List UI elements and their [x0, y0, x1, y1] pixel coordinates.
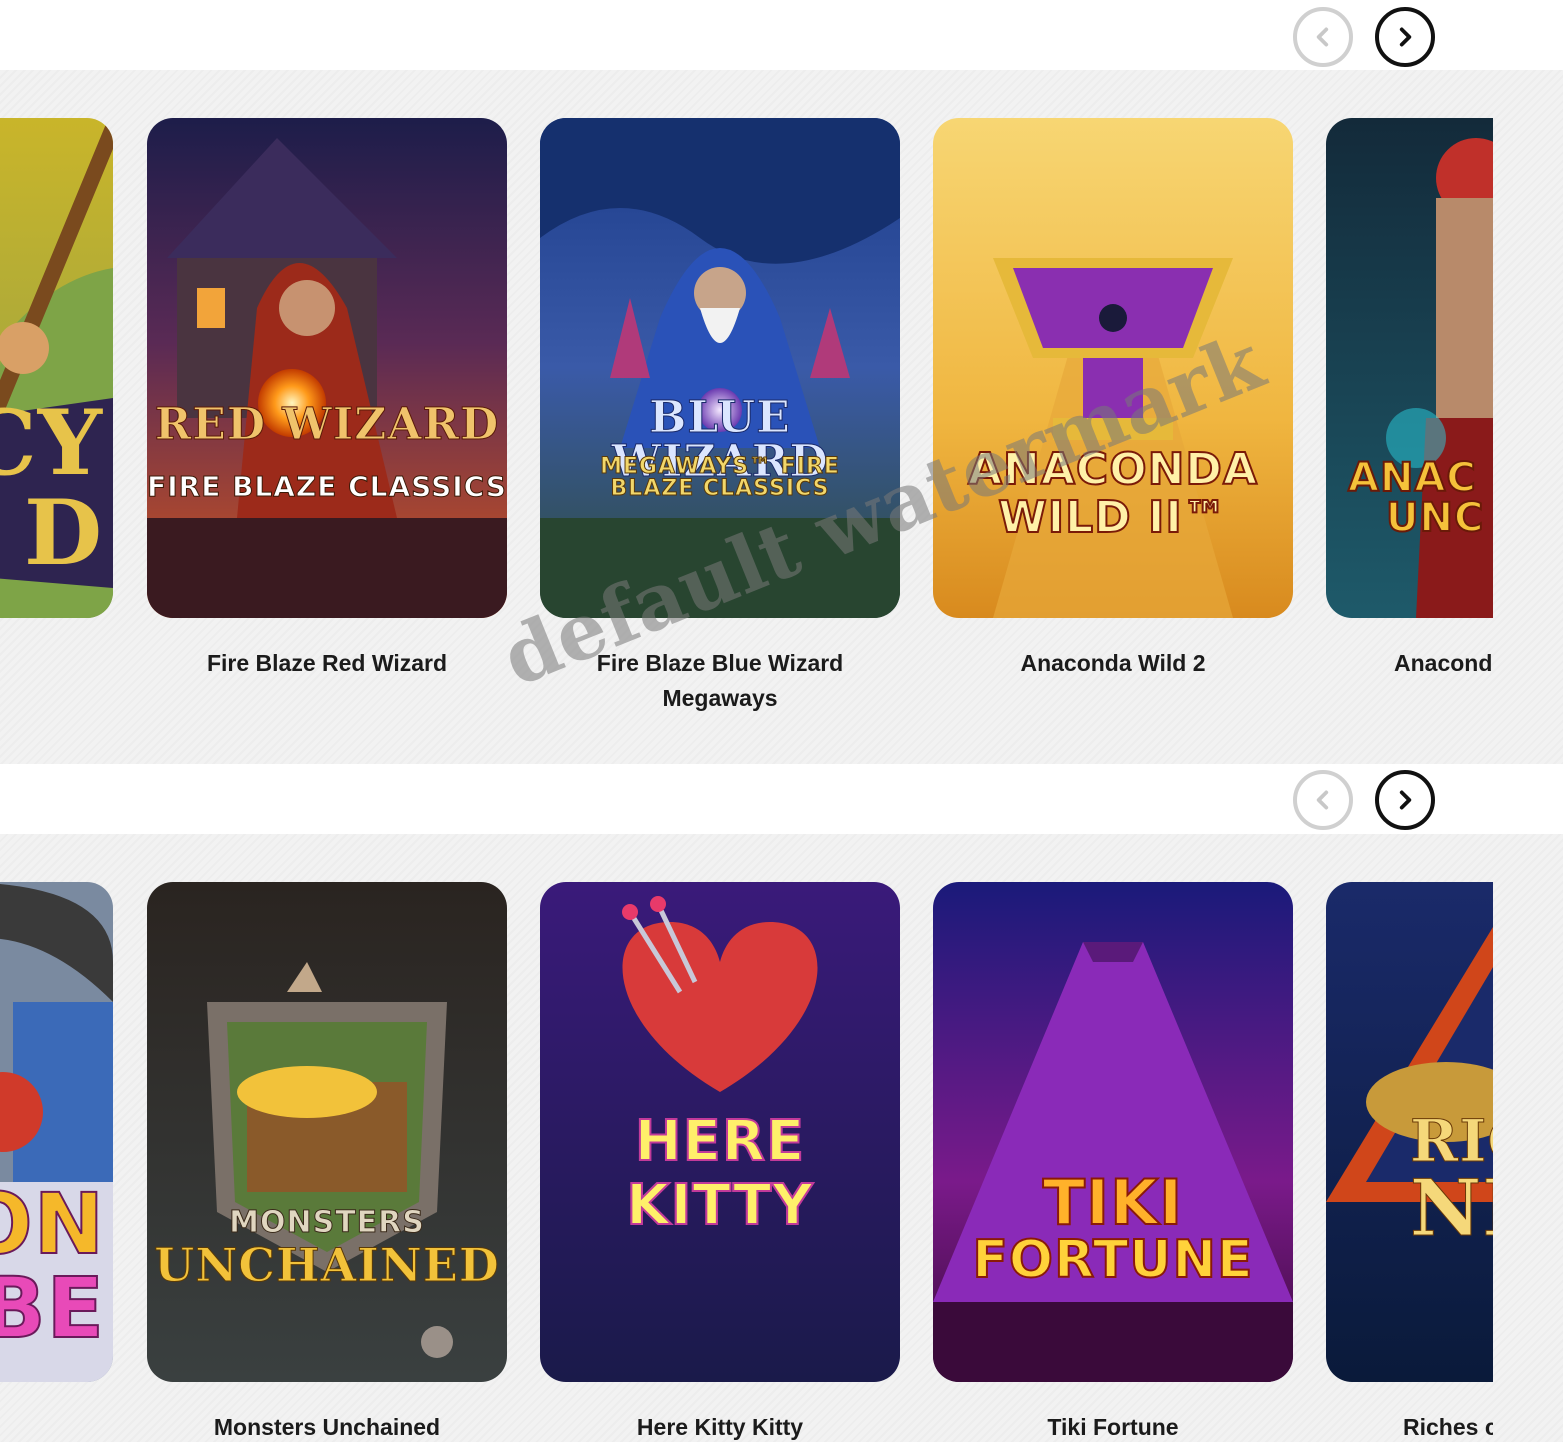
game-thumbnail[interactable]: RED WIZARD FIRE BLAZE CLASSICS [147, 118, 507, 618]
game-logo-subtext: BE [0, 1259, 105, 1357]
carousel-header-1 [0, 0, 1563, 70]
game-logo-subtext: WILD II™ [997, 492, 1228, 543]
carousel-prev-button[interactable] [1293, 770, 1353, 830]
game-thumbnail[interactable]: CY D [0, 118, 113, 618]
game-logo-subtext: MEGAWAYS™ FIRE BLAZE CLASSICS [600, 454, 840, 501]
game-carousel-1: CY D RED WIZARD FIRE BLAZE CLASSICS Fire… [0, 70, 1493, 790]
game-thumbnail[interactable]: TIKI FORTUNE [933, 882, 1293, 1382]
chevron-left-icon [1316, 790, 1329, 810]
game-logo-text: RED WIZARD [154, 399, 500, 450]
game-thumbnail[interactable]: ON BE [0, 882, 113, 1382]
game-title[interactable]: Anaconda Wild 2 [933, 646, 1293, 681]
chevron-left-icon [1316, 27, 1329, 47]
game-logo-text: MONSTERS [229, 1205, 425, 1240]
game-carousel-2: ON BE e MONSTERS UNCHAINED Monsters Unch… [0, 834, 1493, 1442]
game-title[interactable]: e [0, 1410, 113, 1442]
game-thumbnail[interactable]: RIC NI [1326, 882, 1493, 1382]
game-title[interactable]: Fire Blaze Red Wizard [147, 646, 507, 681]
game-thumbnail[interactable]: HERE KITTY KITTY [540, 882, 900, 1382]
game-logo-subtext: UNC [1385, 495, 1485, 541]
game-logo-subtext: FIRE BLAZE CLASSICS [147, 470, 507, 503]
game-title[interactable]: Tiki Fortune [933, 1410, 1293, 1442]
game-title[interactable]: Here Kitty Kitty [540, 1410, 900, 1442]
game-thumbnail[interactable]: ANACONDA WILD II™ [933, 118, 1293, 618]
carousel-header-2 [0, 764, 1563, 834]
game-logo-subtext: D [23, 480, 103, 586]
game-logo-text: TIKI [1042, 1166, 1184, 1239]
game-logo-subtext: FORTUNE [971, 1230, 1254, 1290]
game-logo-subtext: UNCHAINED [154, 1238, 500, 1292]
game-title[interactable]: Anacond [1326, 646, 1493, 681]
game-logo-subtext: KITTY [625, 1172, 814, 1239]
game-title[interactable]: Riches c [1326, 1410, 1493, 1442]
chevron-right-icon [1399, 27, 1412, 47]
game-title[interactable]: Monsters Unchained [147, 1410, 507, 1442]
game-title[interactable]: Fire Blaze Blue Wizard Megaways [540, 646, 900, 716]
game-logo-subtext: NI [1410, 1163, 1493, 1254]
carousel-prev-button[interactable] [1293, 7, 1353, 67]
game-logo-text: ANACONDA [967, 444, 1259, 495]
game-thumbnail[interactable]: ANAC UNC [1326, 118, 1493, 618]
chevron-right-icon [1399, 790, 1412, 810]
game-thumbnail[interactable]: BLUE WIZARD MEGAWAYS™ FIRE BLAZE CLASSIC… [540, 118, 900, 618]
game-thumbnail[interactable]: MONSTERS UNCHAINED [147, 882, 507, 1382]
carousel-next-button[interactable] [1375, 7, 1435, 67]
carousel-next-button[interactable] [1375, 770, 1435, 830]
